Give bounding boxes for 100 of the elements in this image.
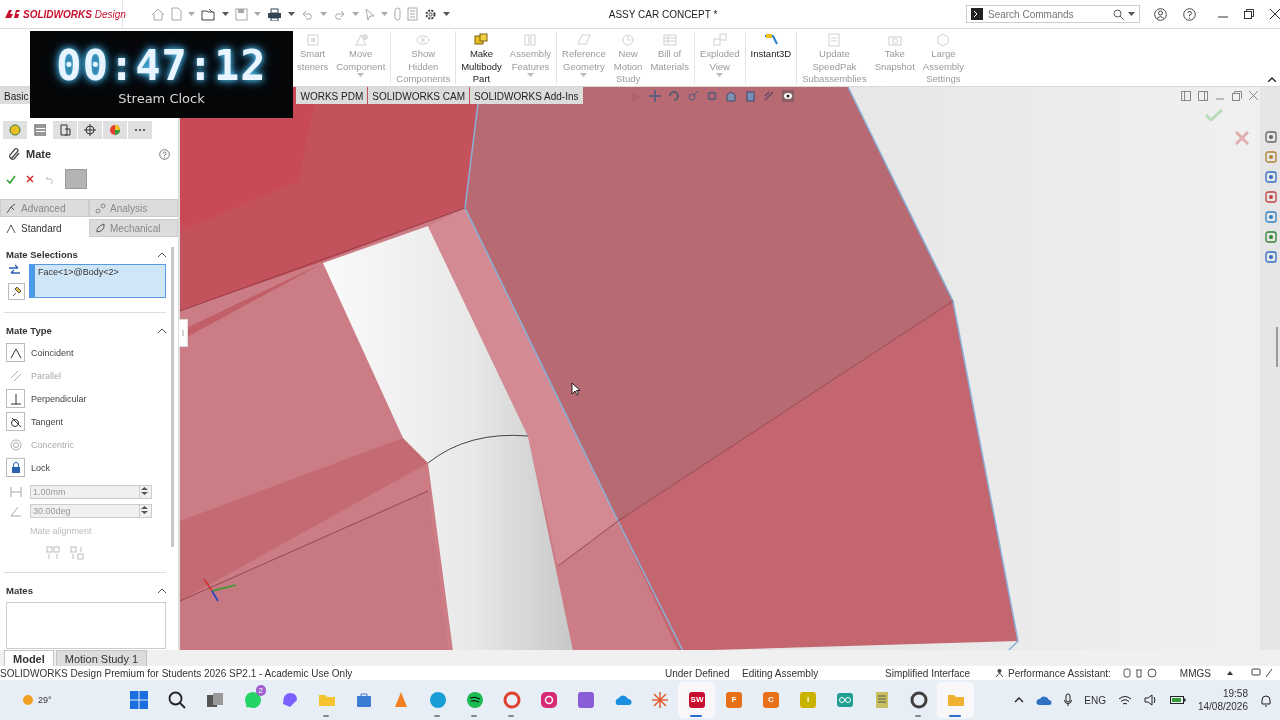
caret-icon[interactable] xyxy=(443,12,450,16)
temperature[interactable]: 29° xyxy=(38,695,52,705)
redo-icon[interactable] xyxy=(333,8,346,20)
folder-icon[interactable] xyxy=(201,7,216,21)
dock-right-icon[interactable] xyxy=(1198,91,1208,101)
pen-icon[interactable] xyxy=(1264,668,1273,678)
gauge-icon[interactable] xyxy=(1122,668,1131,678)
panel-tab[interactable] xyxy=(3,121,27,139)
clock-icon[interactable] xyxy=(1146,668,1157,678)
spinner-arrows-icon[interactable] xyxy=(140,505,149,515)
undo-icon[interactable] xyxy=(44,174,55,184)
align-icon[interactable] xyxy=(46,546,60,560)
user-icon[interactable] xyxy=(1154,7,1167,21)
layers-icon[interactable] xyxy=(1265,151,1277,163)
taskbar-app[interactable]: C xyxy=(752,682,789,718)
monitor-icon[interactable] xyxy=(1265,211,1277,223)
ribbon-button[interactable]: Make Multibody Part xyxy=(457,29,506,86)
selection-list[interactable]: Face<1>@Body<2> xyxy=(29,264,166,298)
mates-list[interactable] xyxy=(6,602,166,649)
trash-icon[interactable] xyxy=(1134,668,1143,678)
sheet-icon[interactable] xyxy=(407,7,418,21)
printer-icon[interactable] xyxy=(267,7,282,21)
pointer-icon[interactable] xyxy=(365,7,375,21)
collapse-caret-icon[interactable] xyxy=(158,328,166,333)
cube-icon[interactable] xyxy=(744,90,756,102)
command-tab[interactable]: SOLIDWORKS CAM xyxy=(368,87,470,104)
start-icon[interactable] xyxy=(130,691,148,709)
spinner-arrows-icon[interactable] xyxy=(140,486,149,496)
collapse-caret-icon[interactable] xyxy=(158,588,166,593)
mate-type-button[interactable] xyxy=(6,458,25,477)
zoom-icon[interactable] xyxy=(687,90,699,102)
taskbar-app[interactable]: F xyxy=(715,682,752,718)
settings-icon[interactable] xyxy=(424,7,437,21)
caret-icon[interactable] xyxy=(288,12,295,16)
mate-type-button[interactable] xyxy=(6,343,25,362)
wifi-icon[interactable] xyxy=(1117,694,1132,706)
rotate-icon[interactable] xyxy=(668,90,680,102)
mode-tab[interactable]: Mechanical xyxy=(89,219,178,237)
page-icon[interactable] xyxy=(171,7,182,21)
panel-tab[interactable] xyxy=(78,121,102,139)
anti-align-icon[interactable] xyxy=(70,546,84,560)
home-icon[interactable] xyxy=(151,7,165,21)
task-view-icon[interactable] xyxy=(206,691,224,709)
command-tab[interactable]: WORKS PDM xyxy=(296,87,368,104)
section-icon[interactable] xyxy=(763,90,775,102)
microphone-icon[interactable] xyxy=(1064,693,1073,707)
scrollbar[interactable] xyxy=(1276,327,1278,367)
scrollbar[interactable] xyxy=(171,247,174,547)
command-tab[interactable]: Basic xyxy=(0,87,33,104)
chat-icon[interactable] xyxy=(1250,668,1261,678)
caret-icon[interactable] xyxy=(1128,12,1135,16)
close-icon[interactable] xyxy=(1270,9,1280,19)
volume-icon[interactable] xyxy=(1143,694,1158,706)
paperclip-icon[interactable] xyxy=(394,7,401,21)
panel-handle[interactable] xyxy=(178,319,188,347)
restore-icon[interactable] xyxy=(1244,9,1254,19)
taskbar-app[interactable]: 2 xyxy=(234,682,271,718)
panel-tab[interactable] xyxy=(128,121,152,139)
move-arrows-icon[interactable] xyxy=(649,90,661,102)
panel-tab[interactable] xyxy=(53,121,77,139)
taskbar-app[interactable]: SW xyxy=(678,682,715,718)
panel-tab[interactable] xyxy=(103,121,127,139)
palette-icon[interactable] xyxy=(1265,191,1277,203)
collapse-caret-icon[interactable] xyxy=(158,252,166,257)
assistant-icon[interactable] xyxy=(995,668,1004,678)
cube-view-icon[interactable] xyxy=(725,90,737,102)
command-tab[interactable]: SOLIDWORKS Add-Ins xyxy=(470,87,583,104)
caret-up-icon[interactable] xyxy=(1226,671,1233,675)
globe-icon[interactable] xyxy=(1265,171,1277,183)
taskbar-app[interactable]: I xyxy=(789,682,826,718)
eye-icon[interactable] xyxy=(782,90,794,102)
collapse-caret-icon[interactable] xyxy=(1268,77,1276,82)
clock[interactable]: 19:58 14/08/2026 xyxy=(1197,687,1248,713)
refresh-icon[interactable] xyxy=(1265,251,1277,263)
zoom-area-icon[interactable] xyxy=(706,90,718,102)
cloud-icon[interactable] xyxy=(1036,694,1053,706)
caret-icon[interactable] xyxy=(222,12,229,16)
selection-entry[interactable]: Face<1>@Body<2> xyxy=(38,267,162,277)
home-icon[interactable] xyxy=(1265,131,1277,143)
help-icon[interactable] xyxy=(159,148,170,160)
weather-sun-icon[interactable] xyxy=(20,692,36,708)
help-icon[interactable] xyxy=(1183,7,1196,21)
mode-tab[interactable]: Advanced xyxy=(0,199,89,217)
sheet-tab[interactable]: Model xyxy=(4,650,54,666)
sheet-tab[interactable]: Motion Study 1 xyxy=(55,650,148,666)
cancel-x-icon[interactable] xyxy=(26,175,34,183)
undo-icon[interactable] xyxy=(301,8,314,20)
language-indicator[interactable]: ENG xyxy=(1084,694,1106,706)
ok-check-icon[interactable] xyxy=(6,174,16,184)
search-box[interactable]: Search Commands xyxy=(966,5,1140,23)
mode-tab[interactable]: Analysis xyxy=(89,199,178,217)
chevron-up-icon[interactable] xyxy=(1014,697,1025,703)
dock-left-icon[interactable] xyxy=(1181,91,1191,101)
ribbon-button[interactable]: Instant3D xyxy=(746,29,796,86)
search-icon[interactable] xyxy=(168,691,186,709)
battery-icon[interactable] xyxy=(1169,695,1186,705)
swap-icon[interactable] xyxy=(8,264,21,277)
pushpin-button[interactable] xyxy=(8,283,25,300)
mate-type-button[interactable] xyxy=(6,412,25,431)
tree-icon[interactable] xyxy=(1265,231,1277,243)
